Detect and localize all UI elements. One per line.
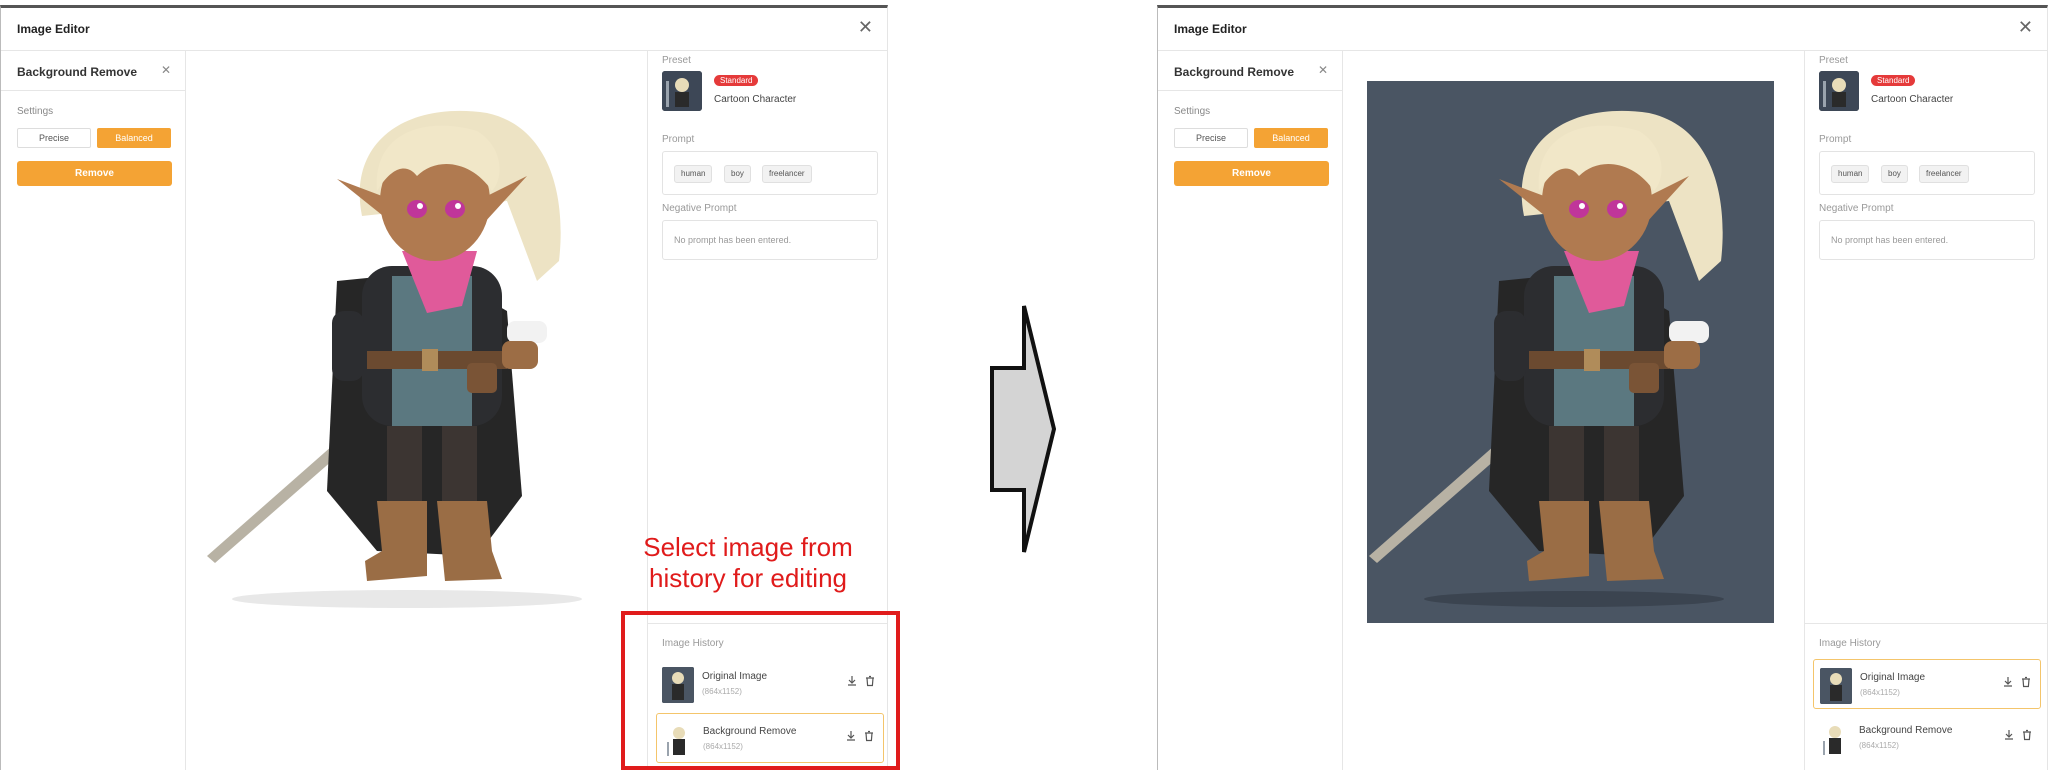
prompt-field[interactable]: human boy freelancer (662, 151, 878, 195)
prompt-tag[interactable]: boy (724, 165, 751, 183)
trash-icon[interactable] (2020, 676, 2032, 688)
prompt-label: Prompt (662, 134, 695, 145)
settings-label: Settings (17, 106, 54, 117)
trash-icon[interactable] (2021, 729, 2033, 741)
history-thumbnail (1819, 721, 1851, 757)
remove-button[interactable]: Remove (1174, 161, 1329, 186)
remove-button[interactable]: Remove (17, 161, 172, 186)
annotation-highlight (621, 611, 900, 770)
balanced-mode-button[interactable]: Balanced (97, 128, 171, 148)
image-canvas[interactable] (187, 51, 647, 770)
preset-name: Cartoon Character (714, 94, 797, 105)
preset-label: Preset (662, 55, 691, 66)
close-icon[interactable]: ✕ (858, 18, 873, 36)
precise-mode-button[interactable]: Precise (17, 128, 91, 148)
properties-panel: Preset Standard Cartoon Character Prompt… (1804, 51, 2047, 770)
tool-header: Background Remove ✕ (1, 51, 185, 91)
prompt-tag[interactable]: human (1831, 165, 1870, 183)
tool-sidebar: Background Remove ✕ Settings Precise Bal… (1158, 51, 1343, 770)
download-icon[interactable] (2002, 676, 2014, 688)
history-item-name: Original Image (1860, 672, 1926, 683)
image-canvas[interactable] (1344, 51, 1804, 770)
precise-mode-button[interactable]: Precise (1174, 128, 1248, 148)
preset-thumbnail[interactable] (662, 71, 702, 111)
prompt-tag[interactable]: freelancer (1919, 165, 1969, 183)
preset-badge: Standard (714, 75, 759, 86)
history-item-size: (864x1152) (1859, 741, 1899, 750)
balanced-mode-button[interactable]: Balanced (1254, 128, 1328, 148)
prompt-tag[interactable]: freelancer (762, 165, 812, 183)
character-image (207, 110, 582, 608)
image-history-label: Image History (1819, 638, 1881, 649)
negative-prompt-label: Negative Prompt (1819, 203, 1894, 214)
tool-sidebar: Background Remove ✕ Settings Precise Bal… (1, 51, 186, 770)
history-item-background-remove[interactable]: Background Remove (864x1152) (1813, 713, 2041, 763)
preset-name: Cartoon Character (1871, 94, 1954, 105)
prompt-field[interactable]: human boy freelancer (1819, 151, 2035, 195)
image-editor-window-after: Image Editor ✕ Background Remove ✕ Setti… (1157, 5, 2048, 770)
divider (1805, 623, 2047, 624)
window-title: Image Editor (17, 22, 90, 36)
tool-title: Background Remove (17, 65, 138, 79)
negative-prompt-field[interactable]: No prompt has been entered. (1819, 220, 2035, 260)
annotation-text: Select image from history for editing (643, 532, 853, 593)
history-item-original[interactable]: Original Image (864x1152) (1813, 659, 2041, 709)
negative-prompt-placeholder: No prompt has been entered. (1831, 235, 1949, 245)
tool-header: Background Remove ✕ (1158, 51, 1342, 91)
preset-label: Preset (1819, 55, 1848, 66)
negative-prompt-placeholder: No prompt has been entered. (674, 235, 792, 245)
history-thumbnail (1820, 668, 1852, 704)
prompt-tag[interactable]: human (674, 165, 713, 183)
right-arrow-icon (990, 305, 1056, 553)
settings-label: Settings (1174, 106, 1211, 117)
window-title: Image Editor (1174, 22, 1247, 36)
preset-thumbnail[interactable] (1819, 71, 1859, 111)
negative-prompt-label: Negative Prompt (662, 203, 737, 214)
prompt-tag[interactable]: boy (1881, 165, 1908, 183)
close-icon[interactable]: ✕ (2018, 18, 2033, 36)
preset-badge: Standard (1871, 75, 1916, 86)
character-image (1367, 81, 1774, 623)
prompt-label: Prompt (1819, 134, 1852, 145)
close-icon[interactable]: ✕ (1318, 63, 1328, 77)
negative-prompt-field[interactable]: No prompt has been entered. (662, 220, 878, 260)
close-icon[interactable]: ✕ (161, 63, 171, 77)
tool-title: Background Remove (1174, 65, 1295, 79)
history-item-size: (864x1152) (1860, 688, 1900, 697)
download-icon[interactable] (2003, 729, 2015, 741)
history-item-name: Background Remove (1859, 725, 1953, 736)
